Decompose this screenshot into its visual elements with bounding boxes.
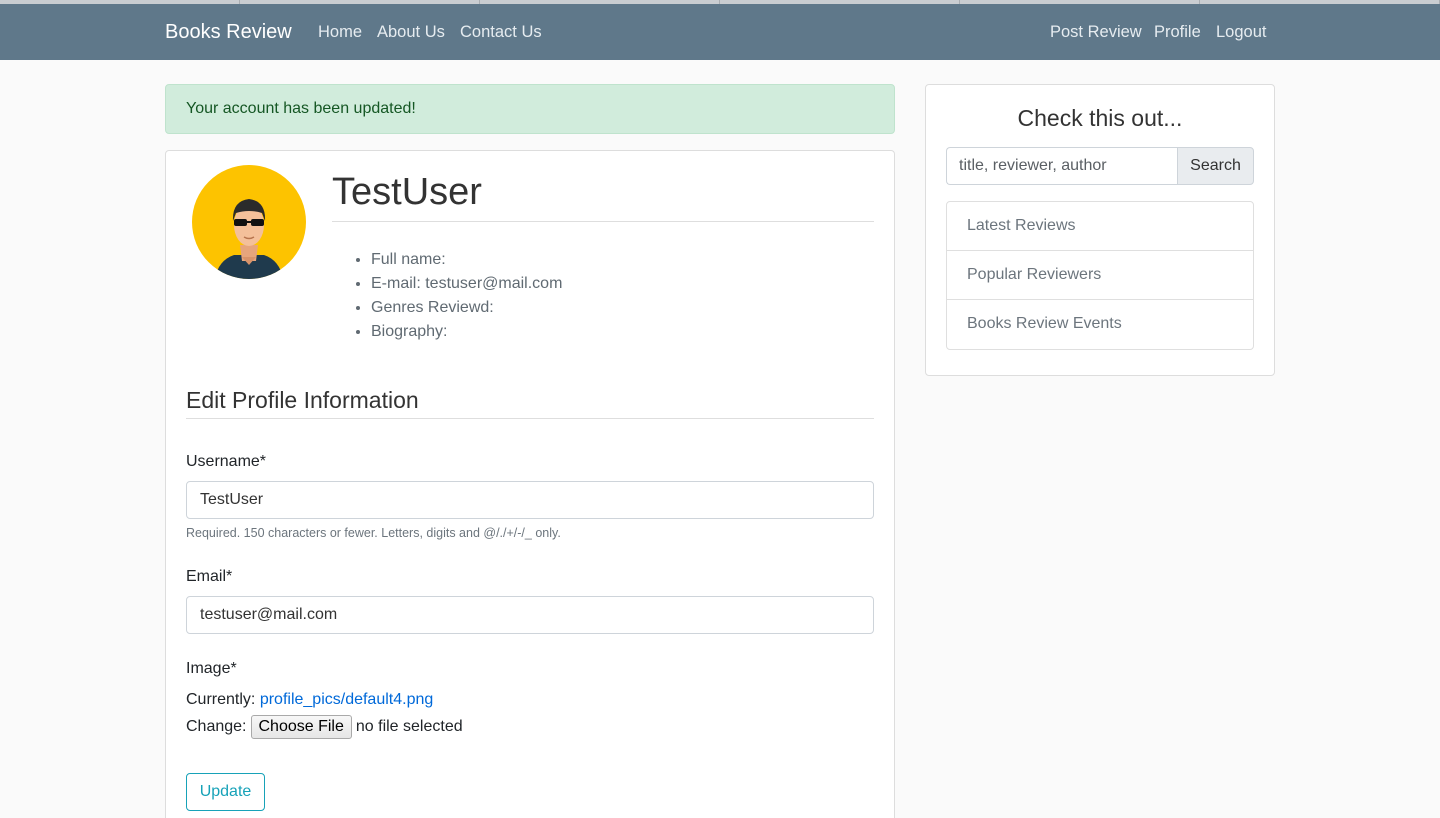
sidebar-item-popular-reviewers[interactable]: Popular Reviewers bbox=[947, 251, 1253, 300]
nav-link-post-review[interactable]: Post Review bbox=[1050, 23, 1142, 42]
search-input[interactable] bbox=[946, 147, 1178, 185]
sidebar-card: Check this out... Search Latest Reviews … bbox=[925, 84, 1275, 376]
user-avatar-icon bbox=[192, 165, 306, 279]
image-label: Image* bbox=[186, 660, 237, 677]
username-input[interactable] bbox=[186, 481, 874, 519]
brand-link[interactable]: Books Review bbox=[165, 21, 292, 44]
sidebar-list: Latest Reviews Popular Reviewers Books R… bbox=[946, 201, 1254, 350]
email-input[interactable] bbox=[186, 596, 874, 634]
username-label: Username* bbox=[186, 453, 267, 470]
no-file-text: no file selected bbox=[355, 718, 463, 735]
nav-link-about-us[interactable]: About Us bbox=[377, 23, 445, 42]
current-image-link[interactable]: profile_pics/default4.png bbox=[260, 691, 433, 708]
nav-link-home[interactable]: Home bbox=[318, 23, 362, 42]
nav-link-profile[interactable]: Profile bbox=[1154, 23, 1201, 42]
sidebar-item-books-review-events[interactable]: Books Review Events bbox=[947, 300, 1253, 349]
choose-file-button[interactable]: Choose File bbox=[250, 715, 352, 739]
navbar: Books Review Home About Us Contact Us Po… bbox=[0, 4, 1440, 60]
detail-full-name: Full name: bbox=[371, 248, 562, 272]
detail-genres: Genres Reviewd: bbox=[371, 296, 562, 320]
alert-message: Your account has been updated! bbox=[186, 100, 416, 117]
sidebar-item-latest-reviews[interactable]: Latest Reviews bbox=[947, 202, 1253, 251]
success-alert: Your account has been updated! bbox=[165, 84, 895, 134]
change-label: Change: bbox=[186, 718, 247, 735]
profile-username: TestUser bbox=[332, 171, 482, 213]
current-image-row: Currently: profile_pics/default4.png bbox=[186, 691, 433, 709]
update-button[interactable]: Update bbox=[186, 773, 265, 811]
username-help-text: Required. 150 characters or fewer. Lette… bbox=[186, 526, 561, 540]
sidebar-title: Check this out... bbox=[1017, 105, 1183, 131]
currently-label: Currently: bbox=[186, 691, 256, 708]
section-divider bbox=[186, 418, 874, 419]
profile-details-list: Full name: E-mail: testuser@mail.com Gen… bbox=[371, 248, 562, 344]
detail-biography: Biography: bbox=[371, 320, 562, 344]
title-divider bbox=[332, 221, 874, 222]
nav-link-contact-us[interactable]: Contact Us bbox=[460, 23, 542, 42]
change-image-row: Change: Choose File no file selected bbox=[186, 715, 463, 739]
detail-email: E-mail: testuser@mail.com bbox=[371, 272, 562, 296]
search-button[interactable]: Search bbox=[1177, 147, 1254, 185]
email-label: Email* bbox=[186, 568, 233, 585]
profile-card: TestUser Full name: E-mail: testuser@mai… bbox=[165, 150, 895, 818]
edit-profile-heading: Edit Profile Information bbox=[186, 387, 419, 413]
nav-link-logout[interactable]: Logout bbox=[1216, 23, 1266, 42]
